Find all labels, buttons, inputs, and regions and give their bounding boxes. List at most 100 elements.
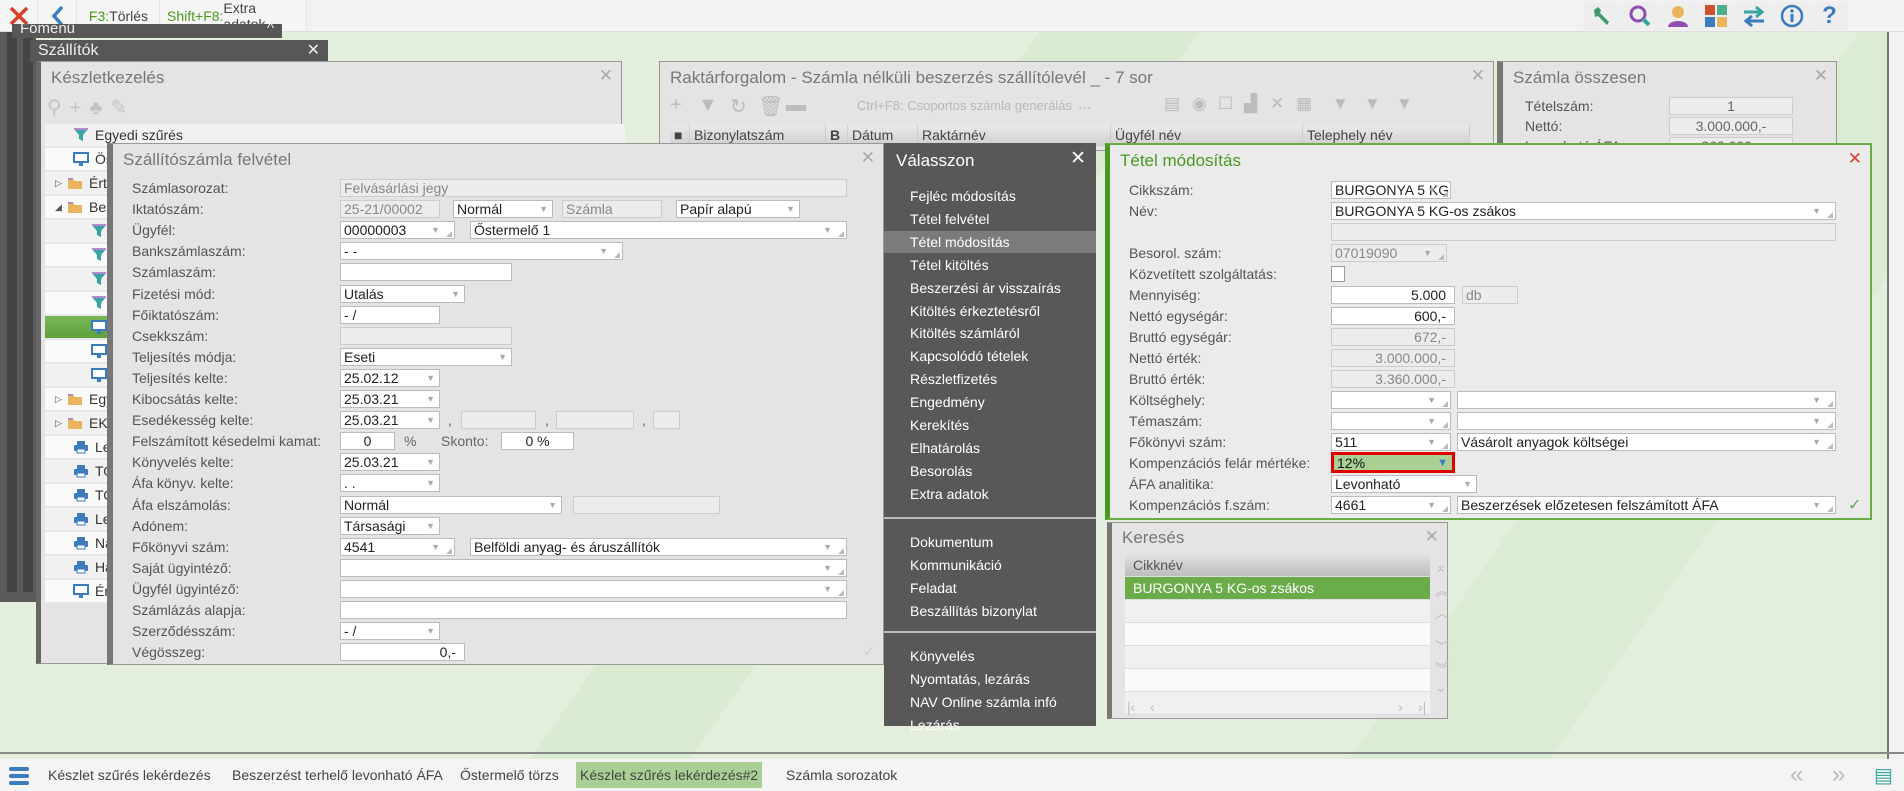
expand-icon[interactable]: ▷ — [55, 178, 67, 189]
szamlazas-alapja-input[interactable] — [340, 601, 847, 619]
delete-icon[interactable]: 🗑 — [758, 94, 783, 119]
mennyiseg-input[interactable]: 5.000 — [1331, 286, 1455, 304]
sajat-ugyintezo-dropdown[interactable]: ▼ — [340, 558, 847, 577]
export-icon[interactable]: ▤ — [1164, 94, 1180, 114]
next-window-icon[interactable]: » — [1832, 761, 1845, 789]
chevron-down-icon[interactable]: ▼ — [1812, 392, 1821, 408]
search-result-row[interactable]: BURGONYA 5 KG-os zsákos — [1125, 577, 1430, 600]
chevron-down-icon[interactable]: ▼ — [1812, 413, 1821, 429]
menu-item[interactable]: Elhatárolás — [884, 437, 1096, 459]
menu-item[interactable]: Extra adatok — [884, 483, 1096, 505]
chevron-down-icon[interactable]: ▼ — [426, 391, 435, 407]
info-button[interactable] — [1773, 2, 1810, 30]
add-icon[interactable]: + — [670, 94, 682, 117]
fomenu-window[interactable]: Főmenü ^ — [12, 24, 282, 38]
view-icon[interactable]: ◉ — [1192, 94, 1207, 114]
expand-icon[interactable]: ▷ — [55, 418, 67, 429]
nev-dropdown[interactable]: BURGONYA 5 KG-os zsákos ▼ — [1331, 202, 1836, 220]
chevron-down-icon[interactable]: ▼ — [1427, 497, 1436, 513]
bankszamlaszam-dropdown[interactable]: - - ▼ — [340, 242, 623, 261]
expand-icon[interactable]: ▷ — [55, 394, 67, 405]
first-icon[interactable]: |‹ — [1127, 699, 1135, 715]
afa-analitika-dropdown[interactable]: Levonható ▼ — [1331, 475, 1477, 493]
chevron-down-icon[interactable]: ▼ — [1427, 434, 1436, 450]
chevron-down-icon[interactable]: ▼ — [1423, 245, 1432, 261]
cikkszam-dropdown[interactable]: BURGONYA 5 KG ▼ — [1331, 181, 1451, 199]
menu-item[interactable]: Fejléc módosítás — [884, 185, 1096, 207]
teljesites-modja-dropdown[interactable]: Eseti ▼ — [340, 347, 512, 366]
expand-icon[interactable]: ◢ — [55, 202, 67, 213]
search-result-row[interactable] — [1125, 646, 1430, 669]
szerzodesszam-dropdown[interactable]: - / ▼ — [340, 622, 440, 641]
help-button[interactable]: ? — [1811, 2, 1848, 30]
szallitok-window[interactable]: Szállítók ✕ — [24, 40, 328, 62]
kompenzacios-fszam-dropdown[interactable]: 4661 ▼ — [1331, 496, 1451, 514]
menu-item[interactable]: Részletfizetés — [884, 368, 1096, 390]
taskbar-tab[interactable]: Készlet szűrés lekérdezés — [44, 762, 215, 788]
excel-icon[interactable]: ▦ — [1296, 94, 1312, 114]
iktatoszam-dropdown[interactable]: Normál ▼ — [453, 200, 553, 219]
taskbar-tab[interactable]: Készlet szűrés lekérdezés#2 — [576, 762, 763, 788]
chevron-down-icon[interactable]: ▼ — [1427, 413, 1436, 429]
fokonyvi-szam-dropdown[interactable]: 511 ▼ — [1331, 433, 1451, 451]
taskbar-tab[interactable]: Számla sorozatok — [782, 762, 902, 788]
chevron-down-icon[interactable]: ▼ — [1437, 455, 1448, 470]
menu-item[interactable]: Beszerzési ár visszaírás — [884, 277, 1096, 299]
group-invoice-shortcut[interactable]: Ctrl+F8: Csoportos számla generálás — [857, 98, 1072, 113]
search-result-row[interactable] — [1125, 692, 1430, 715]
chevron-down-icon[interactable]: ▼ — [431, 539, 440, 555]
menu-item[interactable]: Kommunikáció — [884, 554, 1096, 576]
menu-item[interactable]: Dokumentum — [884, 531, 1096, 553]
menu-item[interactable]: Lezárás — [884, 714, 1096, 736]
fokonyvi-szam-dropdown[interactable]: Vásárolt anyagok költségei ▼ — [1457, 433, 1836, 451]
adonem-dropdown[interactable]: Társasági ▼ — [340, 516, 440, 535]
menu-item[interactable]: Kapcsolódó tételek — [884, 345, 1096, 367]
prev-window-icon[interactable]: « — [1790, 761, 1803, 789]
chevron-down-icon[interactable]: ▼ — [426, 475, 435, 491]
chevron-down-icon[interactable]: ▼ — [539, 201, 548, 217]
collapse-icon[interactable]: ^ — [267, 24, 274, 36]
chevron-down-icon[interactable]: ▼ — [823, 581, 832, 597]
chevron-down-icon[interactable]: ▼ — [599, 243, 608, 259]
teljesites-kelte-dropdown[interactable]: 25.02.12 ▼ — [340, 368, 440, 387]
chevron-down-icon[interactable]: ▼ — [426, 623, 435, 639]
menu-item[interactable]: Feladat — [884, 577, 1096, 599]
ugyfel-dropdown[interactable]: 00000003 ▼ — [340, 221, 455, 240]
chevron-down-icon[interactable]: ▼ — [1812, 497, 1821, 513]
chevron-down-icon[interactable]: ▼ — [1463, 476, 1472, 492]
temaszam-dropdown[interactable]: ▼ — [1457, 412, 1836, 430]
koltseghely-dropdown[interactable]: ▼ — [1457, 391, 1836, 409]
search-result-row[interactable] — [1125, 623, 1430, 646]
page-down-icon[interactable]: ︾ — [1435, 659, 1449, 679]
chevron-down-icon[interactable]: ▼ — [426, 518, 435, 534]
page-up-icon[interactable]: ︽ — [1435, 581, 1449, 601]
menu-item[interactable]: NAV Online számla infó — [884, 691, 1096, 713]
column-header[interactable]: Cikknév — [1125, 554, 1430, 577]
refresh-icon[interactable]: ↻ — [730, 94, 747, 119]
last-icon[interactable]: ›| — [1418, 699, 1426, 715]
search-result-row[interactable] — [1125, 669, 1430, 692]
window-icon[interactable]: ☐ — [1218, 94, 1233, 114]
chevron-down-icon[interactable]: ▼ — [426, 412, 435, 428]
transfer-button[interactable] — [1735, 2, 1772, 30]
close-icon[interactable]: ✕ — [1814, 66, 1828, 86]
filter-icon[interactable]: ▼ — [698, 94, 718, 117]
menu-item[interactable]: Engedmény — [884, 391, 1096, 413]
chevron-down-icon[interactable]: ▼ — [823, 222, 832, 238]
fokonyvi-szam-dropdown[interactable]: 4541 ▼ — [340, 537, 455, 556]
up-icon[interactable]: ︿ — [1435, 603, 1449, 623]
esedekesseg-kelte-dropdown[interactable]: 25.03.21 ▼ — [340, 411, 440, 430]
fokonyvi-szam-dropdown[interactable]: Belföldi anyag- és áruszállítók ▼ — [470, 537, 847, 556]
confirm-icon[interactable]: ✓ — [863, 643, 875, 660]
user-button[interactable] — [1659, 2, 1696, 30]
apps-button[interactable] — [1697, 2, 1734, 30]
filter-clear-icon[interactable]: ▼ — [1364, 94, 1381, 114]
chevron-down-icon[interactable]: ▼ — [426, 370, 435, 386]
next-icon[interactable]: › — [1398, 699, 1403, 715]
kibocsatas-kelte-dropdown[interactable]: 25.03.21 ▼ — [340, 390, 440, 408]
menu-item[interactable]: Kitöltés érkeztetésről — [884, 300, 1096, 322]
vegosszeg-input[interactable]: 0,- — [340, 643, 465, 662]
foiktatoszam-input[interactable]: - / — [340, 305, 440, 324]
menu-item[interactable]: Kerekítés — [884, 414, 1096, 436]
close-icon[interactable]: ✕ — [307, 40, 320, 62]
